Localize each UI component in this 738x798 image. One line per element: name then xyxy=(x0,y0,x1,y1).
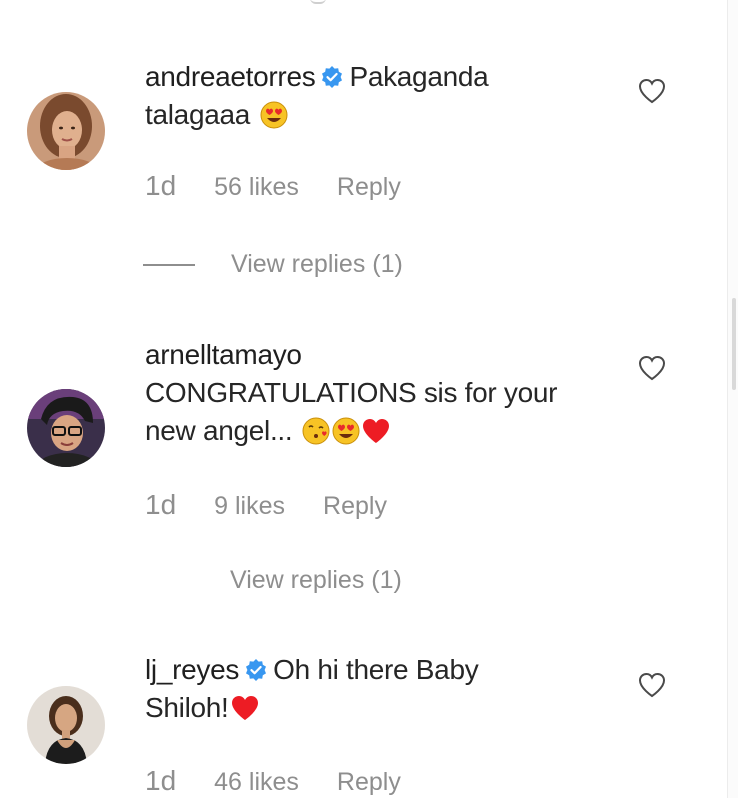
like-heart-icon[interactable] xyxy=(638,672,666,698)
kissing-emoji-icon xyxy=(302,417,330,445)
heart-eyes-emoji-icon xyxy=(260,101,288,129)
comment-likes[interactable]: 46 likes xyxy=(214,768,299,797)
previous-comment-fragment xyxy=(310,0,326,4)
comment-username[interactable]: arnelltamayo xyxy=(145,339,302,370)
comment-body: andreaetorres Pakaganda talagaaa xyxy=(145,58,615,134)
reply-button[interactable]: Reply xyxy=(337,768,401,797)
heart-eyes-emoji-icon xyxy=(332,417,360,445)
verified-badge-icon xyxy=(245,653,267,681)
comment-meta: 1d 46 likes Reply xyxy=(145,765,401,797)
view-replies-button[interactable]: View replies (1) xyxy=(143,250,403,279)
reply-button[interactable]: Reply xyxy=(337,173,401,202)
comment-text-line2: Shiloh! xyxy=(145,692,229,723)
comment-username[interactable]: lj_reyes xyxy=(145,654,239,685)
red-heart-emoji-icon xyxy=(231,694,259,722)
reply-button[interactable]: Reply xyxy=(323,492,387,521)
comment-text-line2: new angel... xyxy=(145,415,293,446)
like-heart-icon[interactable] xyxy=(638,78,666,104)
comment-likes[interactable]: 9 likes xyxy=(214,492,285,521)
comment-text-line1: Pakaganda xyxy=(349,61,489,92)
comment-meta: 1d 56 likes Reply xyxy=(145,170,401,202)
scrollbar-thumb[interactable] xyxy=(732,298,736,390)
comment-time[interactable]: 1d xyxy=(145,765,176,797)
comment-body: arnelltamayo CONGRATULATIONS sis for you… xyxy=(145,336,615,450)
comment-username[interactable]: andreaetorres xyxy=(145,61,316,92)
avatar[interactable] xyxy=(27,686,105,764)
comment-text-line1: Oh hi there Baby xyxy=(273,654,479,685)
like-heart-icon[interactable] xyxy=(638,355,666,381)
comment-text-line1: CONGRATULATIONS sis for your xyxy=(145,377,558,408)
replies-divider-line xyxy=(143,263,195,266)
red-heart-emoji-icon xyxy=(362,417,390,445)
scrollbar[interactable] xyxy=(727,0,738,798)
comment-body: lj_reyes Oh hi there Baby Shiloh! xyxy=(145,651,615,727)
view-replies-label: View replies (1) xyxy=(231,250,403,278)
comment-likes[interactable]: 56 likes xyxy=(214,173,299,202)
comment-time[interactable]: 1d xyxy=(145,170,176,202)
avatar[interactable] xyxy=(27,92,105,170)
view-replies-label: View replies (1) xyxy=(230,566,402,594)
view-replies-button[interactable]: View replies (1) xyxy=(230,566,402,595)
verified-badge-icon xyxy=(321,60,343,88)
comment-time[interactable]: 1d xyxy=(145,489,176,521)
comment-meta: 1d 9 likes Reply xyxy=(145,489,387,521)
comment-text-line2: talagaaa xyxy=(145,99,251,130)
avatar[interactable] xyxy=(27,389,105,467)
